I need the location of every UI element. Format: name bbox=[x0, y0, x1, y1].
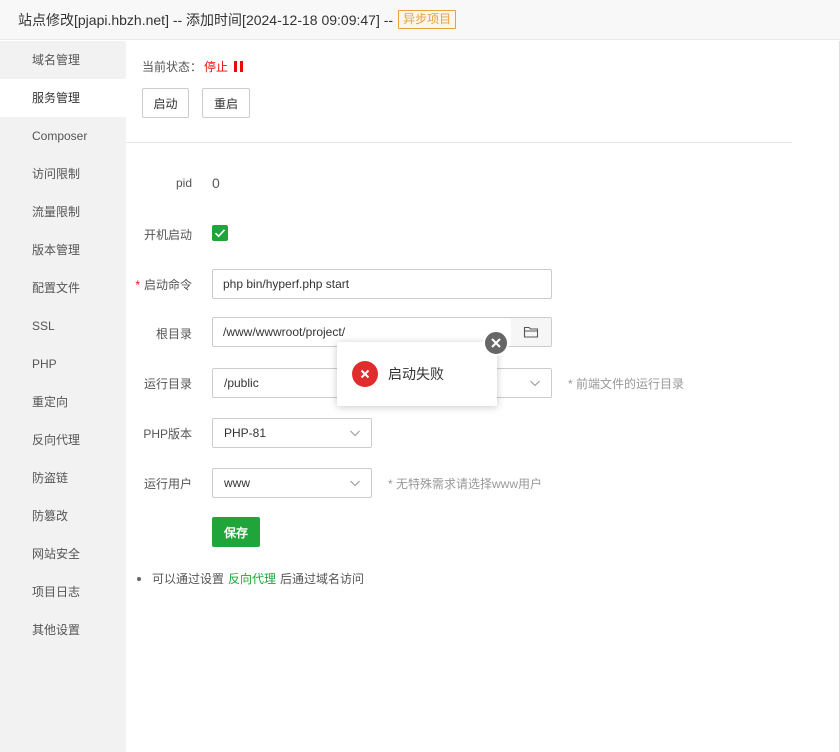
toast-message: 启动失败 bbox=[388, 366, 444, 382]
pid-label: pid bbox=[175, 176, 192, 190]
sidebar-item-domain[interactable]: 域名管理 bbox=[0, 41, 126, 79]
sidebar-item-reverse-proxy[interactable]: 反向代理 bbox=[0, 421, 126, 459]
rundir-hint: * 前端文件的运行目录 bbox=[568, 377, 685, 391]
error-toast: 启动失败 bbox=[337, 342, 497, 406]
sidebar-item-version[interactable]: 版本管理 bbox=[0, 231, 126, 269]
command-label: * 启动命令 bbox=[135, 278, 192, 292]
chevron-down-icon bbox=[350, 430, 360, 437]
autostart-checkbox[interactable] bbox=[212, 225, 228, 241]
php-version-select[interactable]: PHP-81 bbox=[212, 418, 372, 448]
run-user-value: www bbox=[224, 476, 250, 490]
tip-after: 后通过域名访问 bbox=[280, 572, 365, 586]
autostart-label: 开机启动 bbox=[143, 228, 192, 242]
sidebar-item-redirect[interactable]: 重定向 bbox=[0, 383, 126, 421]
command-label-text: 启动命令 bbox=[143, 278, 192, 292]
folder-picker-button[interactable] bbox=[511, 317, 552, 347]
php-version-value: PHP-81 bbox=[224, 426, 267, 440]
status-value: 停止 bbox=[204, 60, 229, 74]
chevron-down-icon bbox=[530, 380, 540, 387]
sidebar-item-other-settings[interactable]: 其他设置 bbox=[0, 611, 126, 649]
rundir-label: 运行目录 bbox=[143, 377, 192, 391]
run-user-select[interactable]: www bbox=[212, 468, 372, 498]
command-input[interactable]: php bin/hyperf.php start bbox=[212, 269, 552, 299]
sidebar-item-service[interactable]: 服务管理 bbox=[0, 79, 126, 117]
chevron-down-icon bbox=[350, 480, 360, 487]
run-user-hint: * 无特殊需求请选择www用户 bbox=[388, 477, 543, 491]
project-type-tag: 异步项目 bbox=[398, 10, 457, 29]
sidebar-item-config-file[interactable]: 配置文件 bbox=[0, 269, 126, 307]
bullet-icon bbox=[137, 576, 141, 581]
pid-value: 0 bbox=[212, 175, 220, 191]
rootdir-label: 根目录 bbox=[155, 327, 192, 341]
check-icon bbox=[214, 229, 226, 238]
divider bbox=[126, 142, 792, 143]
start-button[interactable]: 启动 bbox=[142, 88, 189, 118]
reverse-proxy-link[interactable]: 反向代理 bbox=[228, 570, 276, 587]
sidebar-item-site-security[interactable]: 网站安全 bbox=[0, 535, 126, 573]
sidebar: 域名管理 服务管理 Composer 访问限制 流量限制 版本管理 配置文件 S… bbox=[0, 41, 126, 752]
folder-icon bbox=[523, 326, 539, 338]
sidebar-item-project-log[interactable]: 项目日志 bbox=[0, 573, 126, 611]
reverse-proxy-tip: 可以通过设置 反向代理 后通过域名访问 bbox=[137, 570, 364, 587]
window-title: 站点修改[pjapi.hbzh.net] -- 添加时间[2024-12-18 … bbox=[18, 11, 394, 28]
rundir-value: /public bbox=[224, 376, 259, 390]
toast-close-button[interactable] bbox=[483, 330, 509, 356]
sidebar-item-ssl[interactable]: SSL bbox=[0, 307, 126, 345]
pause-icon bbox=[234, 61, 244, 72]
save-button[interactable]: 保存 bbox=[212, 517, 260, 547]
sidebar-item-php[interactable]: PHP bbox=[0, 345, 126, 383]
close-icon bbox=[491, 338, 501, 348]
restart-button[interactable]: 重启 bbox=[202, 88, 250, 118]
status-row: 当前状态： 停止 bbox=[142, 58, 244, 75]
status-label: 当前状态： bbox=[142, 60, 203, 74]
sidebar-item-hotlink[interactable]: 防盗链 bbox=[0, 459, 126, 497]
sidebar-item-access-limit[interactable]: 访问限制 bbox=[0, 155, 126, 193]
sidebar-item-traffic-limit[interactable]: 流量限制 bbox=[0, 193, 126, 231]
run-user-label: 运行用户 bbox=[143, 477, 192, 491]
sidebar-item-composer[interactable]: Composer bbox=[0, 117, 126, 155]
sidebar-item-tamper-proof[interactable]: 防篡改 bbox=[0, 497, 126, 535]
title-bar: 站点修改[pjapi.hbzh.net] -- 添加时间[2024-12-18 … bbox=[0, 0, 840, 40]
error-icon bbox=[352, 361, 378, 387]
php-version-label: PHP版本 bbox=[143, 427, 192, 441]
tip-before: 可以通过设置 bbox=[152, 572, 225, 586]
